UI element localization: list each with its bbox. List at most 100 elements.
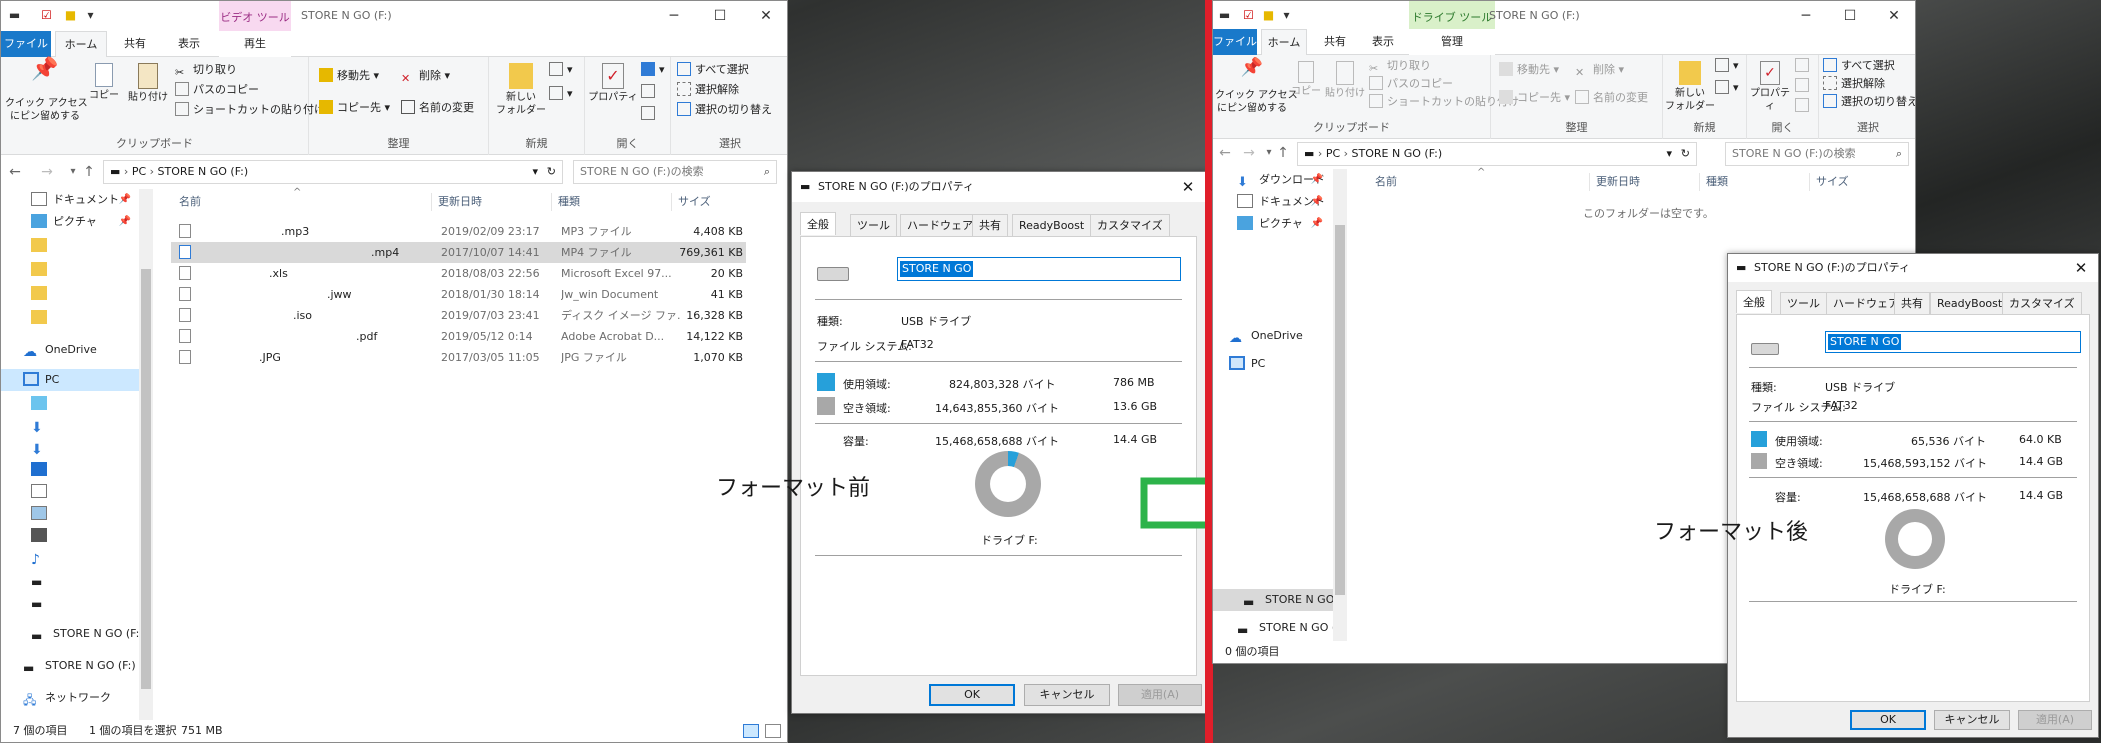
tab-play[interactable]: 再生: [219, 31, 291, 57]
nav-documents-2[interactable]: [1, 481, 141, 503]
edit-button[interactable]: [1795, 77, 1813, 95]
nav-desktop[interactable]: [1, 459, 141, 481]
copy-to-button[interactable]: コピー先 ▾: [1499, 89, 1570, 107]
customize-dropdown-icon[interactable]: ▾: [83, 8, 98, 23]
nav-pc[interactable]: PC: [1213, 353, 1333, 375]
pin-icon[interactable]: 📌: [1311, 191, 1323, 213]
apply-button[interactable]: 適用(A): [1118, 684, 1202, 706]
cancel-button[interactable]: キャンセル: [1934, 710, 2010, 730]
nav-usb-drive[interactable]: ▬: [1, 591, 141, 613]
easy-access-button[interactable]: ▾: [549, 85, 573, 103]
column-type[interactable]: 種類: [1699, 173, 1728, 191]
select-all-button[interactable]: すべて選択: [677, 61, 749, 79]
select-none-button[interactable]: 選択解除: [1823, 75, 1885, 93]
nav-onedrive[interactable]: ☁ OneDrive: [1213, 325, 1333, 347]
apply-button[interactable]: 適用(A): [2018, 710, 2092, 730]
copy-path-button[interactable]: パスのコピー: [175, 81, 259, 99]
properties-quick-icon[interactable]: ☑: [1241, 8, 1256, 23]
refresh-icon[interactable]: ↻: [547, 161, 556, 183]
copy-path-button[interactable]: パスのコピー: [1369, 75, 1453, 93]
nav-scroll-thumb[interactable]: [141, 269, 151, 689]
nav-scrollbar[interactable]: [1333, 169, 1347, 641]
close-button[interactable]: ✕: [1871, 1, 1915, 31]
nav-pictures[interactable]: ピクチャ 📌: [1, 211, 141, 233]
pin-quick-access-button[interactable]: 📌 クイック アクセス にピン留めする: [5, 59, 88, 123]
breadcrumb-drive[interactable]: STORE N GO (F:): [1352, 147, 1443, 160]
copy-button[interactable]: コピー: [1289, 61, 1323, 98]
nav-pictures-2[interactable]: [1, 503, 141, 525]
ok-button[interactable]: OK: [1850, 710, 1926, 730]
table-row[interactable]: .jww 2018/01/30 18:14 Jw_win Document 41 KB: [171, 284, 746, 305]
forward-button[interactable]: →: [1239, 142, 1259, 164]
breadcrumb-drive[interactable]: STORE N GO (F:): [158, 165, 249, 178]
breadcrumb-pc[interactable]: PC: [1326, 147, 1340, 160]
nav-documents[interactable]: ドキュメント 📌: [1, 189, 141, 211]
table-row[interactable]: .JPG 2017/03/05 11:05 JPG ファイル 1,070 KB: [171, 347, 746, 368]
tab-hardware[interactable]: ハードウェア: [900, 214, 980, 236]
tab-view[interactable]: 表示: [1361, 29, 1405, 55]
column-name[interactable]: 名前: [1369, 173, 1397, 191]
pin-icon[interactable]: 📌: [119, 189, 131, 211]
new-folder-button[interactable]: 新しい フォルダー: [1665, 61, 1715, 113]
nav-local-disk[interactable]: ▬: [1, 569, 141, 591]
pin-quick-access-button[interactable]: 📌 クイック アクセス にピン留めする: [1215, 59, 1298, 115]
nav-pc[interactable]: PC: [1, 369, 141, 391]
volume-name-input[interactable]: STORE N GO: [1825, 331, 2081, 353]
back-button[interactable]: ←: [5, 161, 25, 183]
rename-button[interactable]: 名前の変更: [401, 99, 474, 117]
maximize-button[interactable]: ☐: [697, 1, 743, 31]
nav-downloads[interactable]: ⬇ ダウンロード 📌: [1213, 169, 1333, 191]
ok-button[interactable]: OK: [929, 684, 1015, 706]
history-button[interactable]: [1795, 97, 1813, 115]
large-icons-view-icon[interactable]: [765, 724, 781, 738]
tab-view[interactable]: 表示: [163, 31, 215, 57]
maximize-button[interactable]: ☐: [1827, 1, 1873, 31]
nav-folder[interactable]: [1, 235, 141, 257]
table-row[interactable]: .mp4 2017/10/07 14:41 MP4 ファイル 769,361 KB: [171, 242, 746, 263]
nav-pictures[interactable]: ピクチャ 📌: [1213, 213, 1333, 235]
nav-drive-f-root[interactable]: ▬STORE N GO (F:): [1213, 617, 1333, 639]
up-button[interactable]: ↑: [79, 161, 99, 183]
select-none-button[interactable]: 選択解除: [677, 81, 739, 99]
paste-button[interactable]: 貼り付け: [1323, 61, 1367, 100]
customize-dropdown-icon[interactable]: ▾: [1279, 8, 1294, 23]
table-row[interactable]: .mp3 2019/02/09 23:17 MP3 ファイル 4,408 KB: [171, 221, 746, 242]
address-bar[interactable]: ▬ › PC › STORE N GO (F:) ▾ ↻: [1297, 142, 1697, 166]
new-folder-button[interactable]: 新しい フォルダー: [493, 63, 549, 117]
minimize-button[interactable]: ─: [651, 1, 697, 31]
tab-tools[interactable]: ツール: [1780, 292, 1827, 314]
move-to-button[interactable]: 移動先 ▾: [319, 67, 379, 85]
search-box[interactable]: STORE N GO (F:)の検索 ⌕: [573, 160, 777, 184]
address-bar[interactable]: ▬ › PC › STORE N GO (F:) ▾ ↻: [103, 160, 563, 184]
details-view-icon[interactable]: [743, 724, 759, 738]
table-row[interactable]: .xls 2018/08/03 22:56 Microsoft Excel 97..…: [171, 263, 746, 284]
tab-sharing[interactable]: 共有: [972, 214, 1008, 236]
tab-manage[interactable]: 管理: [1409, 29, 1495, 55]
nav-folder[interactable]: [1, 259, 141, 281]
pin-icon[interactable]: 📌: [1311, 213, 1323, 235]
open-button[interactable]: ▾: [641, 61, 665, 79]
nav-onedrive[interactable]: ☁ OneDrive: [1, 339, 141, 361]
nav-scroll-thumb[interactable]: [1335, 225, 1345, 595]
delete-button[interactable]: ✕ 削除 ▾: [1575, 61, 1624, 79]
properties-button[interactable]: ✓ プロパティ: [1747, 61, 1793, 113]
nav-drive-f[interactable]: ▬STORE N GO (F:): [1213, 589, 1333, 611]
select-all-button[interactable]: すべて選択: [1823, 57, 1895, 75]
column-type[interactable]: 種類: [551, 193, 580, 211]
nav-downloads-2[interactable]: ⬇: [1, 437, 141, 459]
close-button[interactable]: ✕: [743, 1, 787, 31]
nav-3d-objects[interactable]: [1, 393, 141, 415]
tab-tools[interactable]: ツール: [850, 214, 897, 236]
easy-access-button[interactable]: ▾: [1715, 79, 1739, 97]
tab-readyboost[interactable]: ReadyBoost: [1930, 292, 2010, 314]
copy-button[interactable]: コピー: [85, 63, 123, 102]
forward-button[interactable]: →: [37, 161, 57, 183]
refresh-icon[interactable]: ↻: [1681, 143, 1690, 165]
tab-share[interactable]: 共有: [1313, 29, 1357, 55]
move-to-button[interactable]: 移動先 ▾: [1499, 61, 1559, 79]
tab-home[interactable]: ホーム: [1261, 29, 1307, 56]
nav-downloads[interactable]: ⬇: [1, 415, 141, 437]
column-size[interactable]: サイズ: [671, 193, 711, 211]
pin-icon[interactable]: 📌: [119, 211, 131, 233]
breadcrumb-pc[interactable]: PC: [132, 165, 146, 178]
